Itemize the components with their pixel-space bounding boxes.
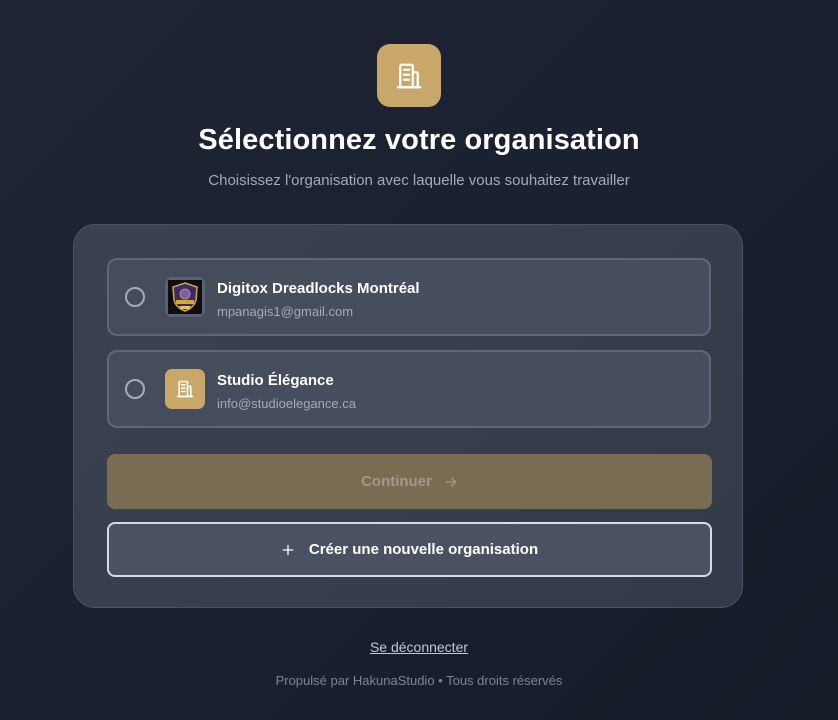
organization-card: Digitox Dreadlocks Montréal mpanagis1@gm… <box>73 224 743 608</box>
organization-name: Studio Élégance <box>217 372 334 389</box>
create-organization-label: Créer une nouvelle organisation <box>308 541 539 558</box>
building-icon <box>394 61 424 91</box>
organization-avatar <box>165 369 205 409</box>
building-icon <box>175 379 195 399</box>
logout-link-wrapper: Se déconnecter <box>0 639 838 655</box>
organization-option-digitox[interactable]: Digitox Dreadlocks Montréal mpanagis1@gm… <box>107 258 711 336</box>
arrow-right-icon <box>444 475 458 489</box>
organization-email: info@studioelegance.ca <box>217 396 356 411</box>
organization-name: Digitox Dreadlocks Montréal <box>217 280 420 297</box>
radio-button[interactable] <box>125 287 145 307</box>
footer-credit: Propulsé par HakunaStudio • Tous droits … <box>275 673 563 688</box>
organization-avatar <box>165 277 205 317</box>
page-title: Sélectionnez votre organisation <box>198 124 640 156</box>
continue-label: Continuer <box>361 473 432 490</box>
shield-logo-icon <box>168 280 202 314</box>
radio-button[interactable] <box>125 379 145 399</box>
organization-option-studio-elegance[interactable]: Studio Élégance info@studioelegance.ca <box>107 350 711 428</box>
app-logo <box>377 44 441 107</box>
organization-email: mpanagis1@gmail.com <box>217 304 354 319</box>
page-subtitle: Choisissez l'organisation avec laquelle … <box>208 172 630 189</box>
continue-button[interactable]: Continuer <box>107 454 712 509</box>
plus-icon <box>281 543 295 557</box>
logout-link[interactable]: Se déconnecter <box>370 639 468 655</box>
create-organization-button[interactable]: Créer une nouvelle organisation <box>107 522 712 577</box>
